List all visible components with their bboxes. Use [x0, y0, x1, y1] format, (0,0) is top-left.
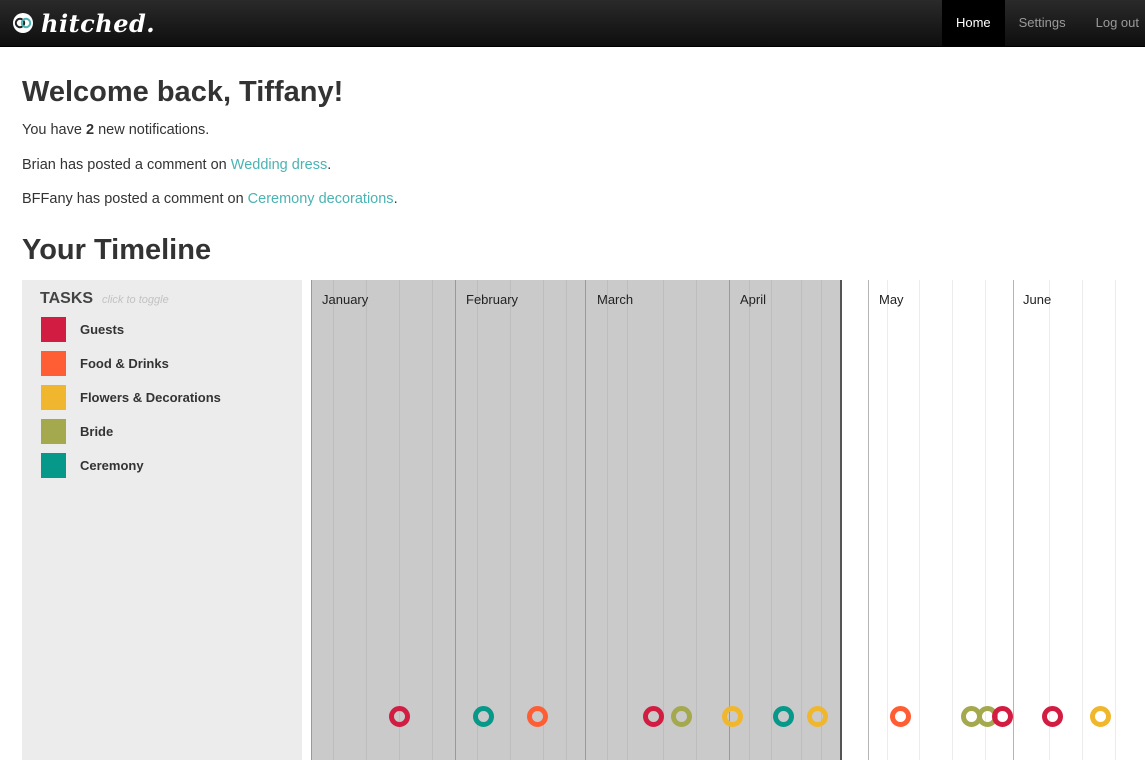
food-drinks-swatch	[41, 350, 66, 376]
task-toggle-food-drinks[interactable]: Food & Drinks	[41, 350, 169, 376]
task-toggle-flowers-decorations[interactable]: Flowers & Decorations	[41, 384, 221, 410]
tasks-title: TASKS	[40, 290, 94, 307]
timeline-gridline	[1082, 280, 1083, 760]
nav-settings[interactable]: Settings	[1005, 0, 1080, 46]
timeline-gridline	[585, 280, 586, 760]
notification-end: .	[327, 157, 332, 173]
tasks-header: TASKS click to toggle	[40, 290, 169, 308]
timeline-gridline	[366, 280, 367, 760]
notification-count: 2	[85, 122, 95, 138]
task-label: Guests	[80, 321, 125, 337]
timeline-gridline	[1013, 280, 1014, 760]
flowers-decorations-swatch	[41, 384, 66, 410]
task-marker[interactable]	[389, 706, 410, 727]
timeline-gridline	[919, 280, 920, 760]
link-ceremony-decorations[interactable]: Ceremony decorations	[248, 191, 394, 207]
timeline-gridline	[311, 280, 312, 760]
timeline-area: January February March April May June	[311, 280, 1145, 760]
month-label: March	[597, 292, 634, 307]
nav-links: Home Settings Log out	[941, 0, 1145, 46]
task-label: Ceremony	[80, 457, 144, 473]
welcome-title: Welcome back, Tiffany!	[22, 76, 344, 108]
notification-text: Brian has posted a comment on	[22, 157, 231, 173]
timeline-gridline	[627, 280, 628, 760]
notification-item: BFFany has posted a comment on Ceremony …	[22, 191, 398, 207]
task-toggle-bride[interactable]: Bride	[41, 418, 114, 444]
task-marker[interactable]	[890, 706, 911, 727]
timeline-gridline	[663, 280, 664, 760]
task-marker[interactable]	[1090, 706, 1111, 727]
brand-logo-icon	[13, 13, 33, 33]
timeline-gridline	[1049, 280, 1050, 760]
link-wedding-dress[interactable]: Wedding dress	[231, 157, 327, 173]
nav-home[interactable]: Home	[941, 0, 1005, 46]
task-label: Food & Drinks	[80, 355, 169, 371]
task-label: Flowers & Decorations	[80, 389, 221, 405]
timeline-gridline	[801, 280, 802, 760]
timeline-gridline	[985, 280, 986, 760]
task-toggle-guests[interactable]: Guests	[41, 316, 125, 342]
timeline-gridline	[952, 280, 953, 760]
timeline-gridline	[333, 280, 334, 760]
timeline-gridline	[887, 280, 888, 760]
timeline-gridline	[543, 280, 544, 760]
timeline-gridline	[749, 280, 750, 760]
navbar: hitched. Home Settings Log out	[0, 0, 1145, 47]
notification-item: Brian has posted a comment on Wedding dr…	[22, 157, 331, 173]
timeline-gridline	[729, 280, 730, 760]
timeline-gridline	[455, 280, 456, 760]
timeline-title: Your Timeline	[22, 234, 212, 266]
month-label: February	[466, 292, 519, 307]
notification-summary: You have 2 new notifications.	[22, 122, 209, 138]
bride-swatch	[41, 418, 66, 444]
task-marker[interactable]	[671, 706, 692, 727]
task-marker[interactable]	[773, 706, 794, 727]
task-toggle-ceremony[interactable]: Ceremony	[41, 452, 144, 478]
timeline-gridline	[477, 280, 478, 760]
ceremony-swatch	[41, 452, 66, 478]
guests-swatch	[41, 316, 66, 342]
timeline-gridline	[399, 280, 400, 760]
timeline-gridline	[771, 280, 772, 760]
month-label: April	[740, 292, 767, 307]
notification-end: .	[393, 191, 398, 207]
task-marker[interactable]	[643, 706, 664, 727]
notification-text: BFFany has posted a comment on	[22, 191, 248, 207]
nav-logout[interactable]: Log out	[1080, 0, 1145, 46]
month-label: May	[879, 292, 904, 307]
task-label: Bride	[80, 423, 114, 439]
timeline-gridline	[821, 280, 822, 760]
timeline-gridline	[1115, 280, 1116, 760]
month-label: June	[1023, 292, 1052, 307]
tasks-hint: click to toggle	[102, 294, 169, 306]
notification-summary-suffix: new notifications.	[94, 122, 210, 138]
task-marker[interactable]	[527, 706, 548, 727]
tasks-panel: TASKS click to toggle Guests Food & Drin…	[22, 280, 302, 760]
timeline-gridline	[432, 280, 433, 760]
notification-summary-prefix: You have	[22, 122, 86, 138]
brand[interactable]: hitched.	[12, 8, 156, 38]
timeline-gridline	[510, 280, 511, 760]
today-marker	[840, 280, 842, 760]
month-label: January	[322, 292, 369, 307]
task-marker[interactable]	[807, 706, 828, 727]
past-period-shade	[311, 280, 841, 760]
task-marker[interactable]	[722, 706, 743, 727]
timeline-gridline	[566, 280, 567, 760]
timeline-gridline	[607, 280, 608, 760]
brand-name: hitched.	[41, 8, 156, 38]
timeline-gridline	[696, 280, 697, 760]
task-marker[interactable]	[473, 706, 494, 727]
timeline-gridline	[868, 280, 869, 760]
task-marker[interactable]	[1042, 706, 1063, 727]
task-marker[interactable]	[992, 706, 1013, 727]
